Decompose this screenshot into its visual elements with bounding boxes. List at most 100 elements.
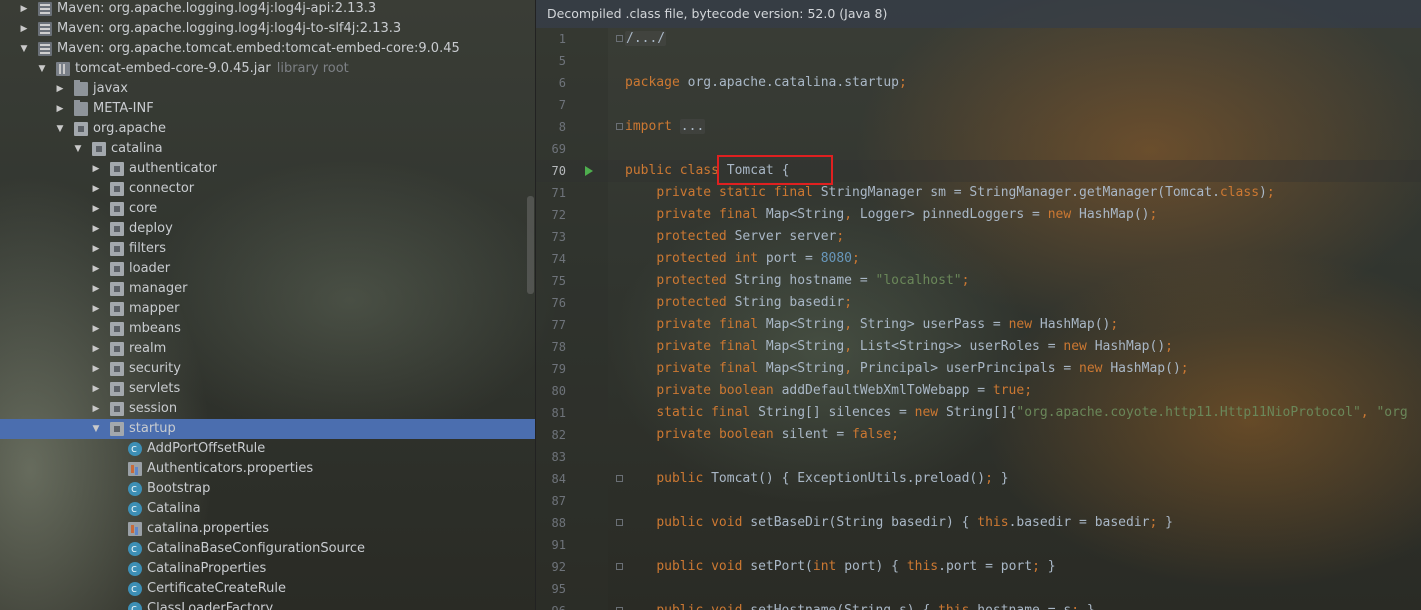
code-line[interactable]: 73 protected Server server;	[536, 226, 1421, 248]
code-text[interactable]: private boolean addDefaultWebXmlToWebapp…	[625, 380, 1032, 402]
code-line[interactable]: 84 public Tomcat() { ExceptionUtils.prel…	[536, 468, 1421, 490]
code-text[interactable]: private final Map<String, String> userPa…	[625, 314, 1118, 336]
chevron-down-icon[interactable]: ▼	[36, 59, 48, 79]
tree-item[interactable]: ▶ authenticator	[0, 159, 535, 179]
code-line[interactable]: 76 protected String basedir;	[536, 292, 1421, 314]
code-line[interactable]: 71 private static final StringManager sm…	[536, 182, 1421, 204]
chevron-right-icon[interactable]: ▶	[90, 239, 102, 259]
code-text[interactable]: public void setBaseDir(String basedir) {…	[625, 512, 1173, 534]
code-text[interactable]: private final Map<String, Principal> use…	[625, 358, 1188, 380]
code-text[interactable]: private static final StringManager sm = …	[625, 182, 1274, 204]
tree-item[interactable]: CatalinaBaseConfigurationSource	[0, 539, 535, 559]
chevron-right-icon[interactable]: ▶	[18, 0, 30, 19]
code-line[interactable]: 80 private boolean addDefaultWebXmlToWeb…	[536, 380, 1421, 402]
tree-scrollbar[interactable]	[527, 196, 534, 294]
chevron-right-icon[interactable]: ▶	[90, 399, 102, 419]
chevron-down-icon[interactable]: ▼	[90, 419, 102, 439]
code-line[interactable]: 6 package org.apache.catalina.startup;	[536, 72, 1421, 94]
chevron-right-icon[interactable]: ▶	[90, 259, 102, 279]
chevron-right-icon[interactable]: ▶	[90, 299, 102, 319]
code-line[interactable]: 95	[536, 578, 1421, 600]
tree-item[interactable]: catalina.properties	[0, 519, 535, 539]
run-gutter-icon[interactable]	[585, 166, 593, 176]
chevron-right-icon[interactable]: ▶	[90, 219, 102, 239]
code-line[interactable]: 96 public void setHostname(String s) { t…	[536, 600, 1421, 610]
code-line[interactable]: 87	[536, 490, 1421, 512]
code-line[interactable]: 79 private final Map<String, Principal> …	[536, 358, 1421, 380]
code-line[interactable]: 8 import ...	[536, 116, 1421, 138]
chevron-right-icon[interactable]: ▶	[18, 19, 30, 39]
code-text[interactable]: protected int port = 8080;	[625, 248, 860, 270]
chevron-right-icon[interactable]: ▶	[90, 159, 102, 179]
chevron-down-icon[interactable]: ▼	[18, 39, 30, 59]
fold-icon[interactable]	[616, 519, 623, 526]
tree-item[interactable]: ▼ startup	[0, 419, 535, 439]
code-line[interactable]: 92 public void setPort(int port) { this.…	[536, 556, 1421, 578]
chevron-right-icon[interactable]: ▶	[90, 359, 102, 379]
code-line[interactable]: 78 private final Map<String, List<String…	[536, 336, 1421, 358]
tree-item[interactable]: CertificateCreateRule	[0, 579, 535, 599]
code-text[interactable]: protected String hostname = "localhost";	[625, 270, 969, 292]
tree-item[interactable]: ▶ Maven: org.apache.logging.log4j:log4j-a…	[0, 0, 535, 19]
code-line[interactable]: 7	[536, 94, 1421, 116]
tree-item[interactable]: ▶ realm	[0, 339, 535, 359]
tree-item[interactable]: AddPortOffsetRule	[0, 439, 535, 459]
code-text[interactable]: /.../	[625, 28, 667, 50]
fold-icon[interactable]	[616, 475, 623, 482]
code-line[interactable]: 75 protected String hostname = "localhos…	[536, 270, 1421, 292]
chevron-right-icon[interactable]: ▶	[90, 199, 102, 219]
code-text[interactable]: protected String basedir;	[625, 292, 852, 314]
tree-item[interactable]: ▶ session	[0, 399, 535, 419]
tree-item[interactable]: ▶ core	[0, 199, 535, 219]
tree-item[interactable]: CatalinaProperties	[0, 559, 535, 579]
code-text[interactable]: protected Server server;	[625, 226, 844, 248]
tree-item[interactable]: ▶ filters	[0, 239, 535, 259]
tree-item[interactable]: ▶ deploy	[0, 219, 535, 239]
tree-item[interactable]: ▶ manager	[0, 279, 535, 299]
code-text[interactable]: public void setPort(int port) { this.por…	[625, 556, 1055, 578]
code-line[interactable]: 83	[536, 446, 1421, 468]
chevron-right-icon[interactable]: ▶	[90, 279, 102, 299]
code-line[interactable]: 82 private boolean silent = false;	[536, 424, 1421, 446]
tree-item[interactable]: ▼ catalina	[0, 139, 535, 159]
code-text[interactable]: import ...	[625, 116, 706, 138]
tree-item[interactable]: ▶ security	[0, 359, 535, 379]
chevron-down-icon[interactable]: ▼	[72, 139, 84, 159]
tree-item[interactable]: ▶ connector	[0, 179, 535, 199]
tree-item[interactable]: ▶ Maven: org.apache.logging.log4j:log4j-t…	[0, 19, 535, 39]
fold-icon[interactable]	[616, 123, 623, 130]
chevron-down-icon[interactable]: ▼	[54, 119, 66, 139]
tree-item[interactable]: ▼ tomcat-embed-core-9.0.45.jar library roo…	[0, 59, 535, 79]
code-text[interactable]: private final Map<String, Logger> pinned…	[625, 204, 1157, 226]
code-text[interactable]: static final String[] silences = new Str…	[625, 402, 1407, 424]
chevron-right-icon[interactable]: ▶	[90, 319, 102, 339]
tree-item[interactable]: ▶ servlets	[0, 379, 535, 399]
project-tree[interactable]: ▶ Maven: org.apache.logging.log4j:log4j-a…	[0, 0, 535, 610]
tree-item[interactable]: Authenticators.properties	[0, 459, 535, 479]
code-line[interactable]: 69	[536, 138, 1421, 160]
tree-item[interactable]: Bootstrap	[0, 479, 535, 499]
tree-item[interactable]: ▶ META-INF	[0, 99, 535, 119]
chevron-right-icon[interactable]: ▶	[90, 379, 102, 399]
code-line[interactable]: 91	[536, 534, 1421, 556]
tree-item[interactable]: ClassLoaderFactory	[0, 599, 535, 610]
code-line[interactable]: 88 public void setBaseDir(String basedir…	[536, 512, 1421, 534]
code-text[interactable]: public Tomcat() { ExceptionUtils.preload…	[625, 468, 1008, 490]
code-line[interactable]: 5	[536, 50, 1421, 72]
fold-icon[interactable]	[616, 563, 623, 570]
chevron-right-icon[interactable]: ▶	[90, 179, 102, 199]
code-text[interactable]: private boolean silent = false;	[625, 424, 899, 446]
code-line[interactable]: 70 public class Tomcat {	[536, 160, 1421, 182]
code-line[interactable]: 72 private final Map<String, Logger> pin…	[536, 204, 1421, 226]
chevron-right-icon[interactable]: ▶	[54, 79, 66, 99]
fold-icon[interactable]	[616, 35, 623, 42]
chevron-right-icon[interactable]: ▶	[90, 339, 102, 359]
tree-item[interactable]: ▶ mapper	[0, 299, 535, 319]
code-text[interactable]: private final Map<String, List<String>> …	[625, 336, 1173, 358]
tree-item[interactable]: ▶ mbeans	[0, 319, 535, 339]
code-line[interactable]: 74 protected int port = 8080;	[536, 248, 1421, 270]
code-editor[interactable]: Decompiled .class file, bytecode version…	[535, 0, 1421, 610]
code-line[interactable]: 81 static final String[] silences = new …	[536, 402, 1421, 424]
tree-item[interactable]: Catalina	[0, 499, 535, 519]
code-text[interactable]: public void setHostname(String s) { this…	[625, 600, 1094, 610]
